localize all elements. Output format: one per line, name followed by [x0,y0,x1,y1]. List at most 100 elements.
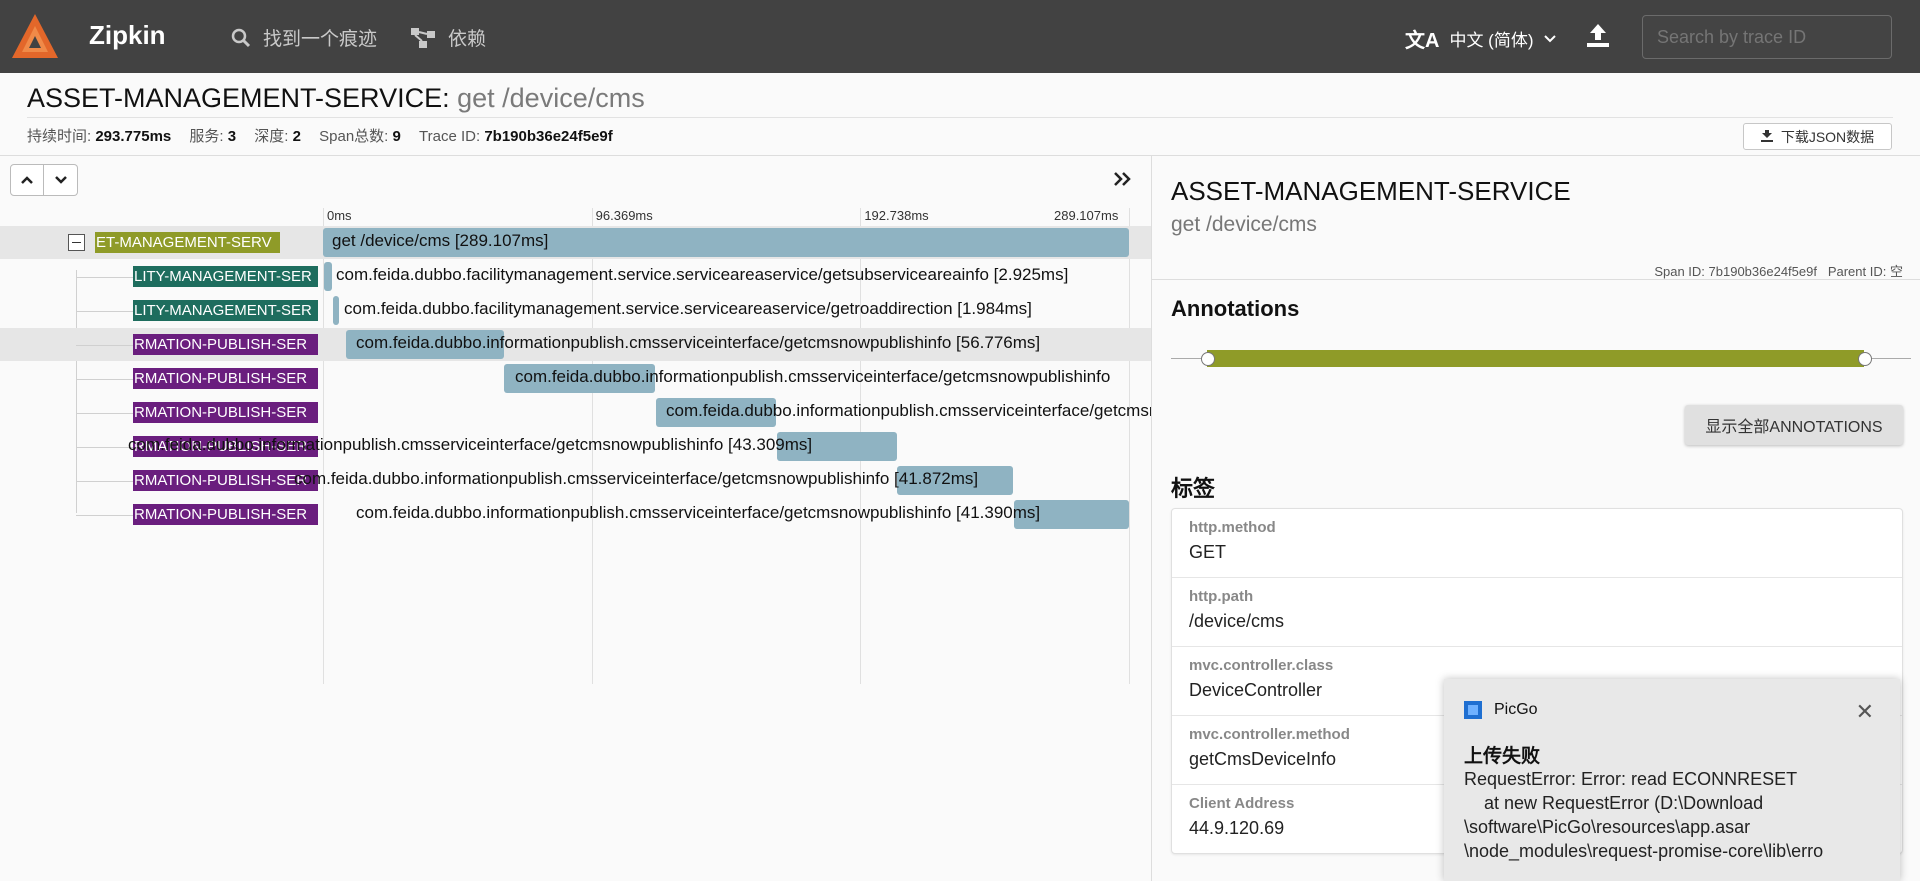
span-row[interactable]: RMATION-PUBLISH-SER com.feida.dubbo.infor… [0,328,1151,361]
stat-services-value: 3 [227,128,237,145]
span-row[interactable]: LITY-MANAGEMENT-SER com.feida.dubbo.facil… [0,294,1151,327]
span-row[interactable]: RMATION-PUBLISH-SER com.feida.dubbo.infor… [0,464,1151,497]
tag-value: /device/cms [1189,611,1285,631]
tag-value: getCmsDeviceInfo [1189,749,1337,769]
stat-duration-value: 293.775ms [95,128,172,145]
next-span-button[interactable] [44,164,78,196]
tag-value: GET [1189,542,1227,562]
detail-divider [1152,279,1920,280]
tag-value: 44.9.120.69 [1189,818,1285,838]
app-name[interactable]: Zipkin [89,20,166,51]
trace-header: ASSET-MANAGEMENT-SERVICE: get /device/cm… [0,73,1920,156]
span-label: com.feida.dubbo.informationpublish.cmsse… [515,367,1111,386]
span-label: com.feida.dubbo.informationpublish.cmsse… [356,503,1041,522]
nav-find-trace[interactable]: 找到一个痕迹 [231,24,377,51]
span-id-value: 7b190b36e24f5e9f [1708,264,1817,279]
parent-id-value: 空 [1889,264,1903,279]
span-row[interactable]: RMATION-PUBLISH-SER com.feida.dubbo.infor… [0,430,1151,463]
tag-item: http.method GET [1172,509,1902,578]
trace-operation-name: get /device/cms [457,83,645,113]
notification-title: 上传失败 [1464,746,1541,767]
trace-service-name: ASSET-MANAGEMENT-SERVICE [27,83,443,113]
span-service-badge: LITY-MANAGEMENT-SER [133,266,318,287]
span-label: get /device/cms [289.107ms] [332,231,549,250]
stat-trace-id-label: Trace ID: [419,128,481,145]
notification-message: RequestError: Error: read ECONNRESET at … [1464,769,1824,861]
tree-branch [76,515,133,516]
expand-panel-icon[interactable] [1112,170,1134,188]
nav-dependencies-label: 依赖 [448,29,487,50]
close-icon[interactable]: ✕ [1856,699,1874,725]
tree-branch [76,413,133,414]
tag-value: DeviceController [1189,680,1323,700]
span-duration-bar[interactable] [324,262,333,291]
stat-depth-value: 2 [292,128,301,145]
span-row[interactable]: RMATION-PUBLISH-SER com.feida.dubbo.infor… [0,498,1151,531]
trace-stats: 持续时间: 293.775ms 服务: 3 深度: 2 Span总数: 9 Tr… [27,125,627,146]
top-bar: Zipkin 找到一个痕迹 依赖 文A 中文 (简体) [0,0,1920,73]
tag-key: Client Address [1189,795,1295,812]
tags-title: 标签 [1171,476,1216,501]
notification-app: PicGo [1464,701,1538,719]
span-row[interactable]: RMATION-PUBLISH-SER com.feida.dubbo.infor… [0,396,1261,429]
tree-branch [76,345,133,346]
tree-branch [76,447,133,448]
nav-dependencies[interactable]: 依赖 [410,24,486,51]
span-label: com.feida.dubbo.informationpublish.cmsse… [356,333,1041,352]
annotation-end-marker[interactable] [1858,352,1872,366]
span-id-label: Span ID: [1654,264,1705,279]
span-service-badge: LITY-MANAGEMENT-SER [133,300,318,321]
span-label: com.feida.dubbo.informationpublish.cmsse… [128,435,813,454]
span-duration-bar[interactable] [333,296,340,325]
detail-service-name: ASSET-MANAGEMENT-SERVICE [1171,176,1571,206]
span-label: com.feida.dubbo.facilitymanagement.servi… [336,265,1069,284]
stat-duration-label: 持续时间: [27,128,92,145]
span-label: com.feida.dubbo.facilitymanagement.servi… [344,299,1032,318]
parent-id-label: Parent ID: [1827,264,1887,279]
chevron-down-icon [1543,34,1556,42]
stat-spans-label: Span总数: [319,128,389,145]
annotation-start-marker[interactable] [1201,352,1215,366]
span-service-badge: RMATION-PUBLISH-SER [133,504,318,525]
timeline-tick-label: 192.738ms [864,208,929,223]
show-all-annotations-button[interactable]: 显示全部ANNOTATIONS [1685,405,1903,445]
span-service-badge: RMATION-PUBLISH-SER [133,402,318,423]
download-json-label: 下载JSON数据 [1780,128,1875,145]
span-service-badge: ET-MANAGEMENT-SERV [95,232,280,253]
trace-title-separator: : [442,83,450,113]
download-icon [1760,130,1773,142]
tag-item: http.path /device/cms [1172,578,1902,647]
tree-branch [76,277,133,278]
annotations-title: Annotations [1171,296,1300,321]
language-selector[interactable]: 文A 中文 (简体) [1405,24,1556,53]
picgo-app-icon [1464,701,1482,719]
search-icon [231,28,251,47]
span-row[interactable]: ET-MANAGEMENT-SERV get /device/cms [289.1… [0,226,1151,259]
collapse-toggle[interactable] [68,234,85,251]
tag-key: http.method [1189,519,1276,536]
download-json-button[interactable]: 下载JSON数据 [1743,123,1892,150]
translate-icon: 文A [1405,30,1440,52]
tree-branch [76,379,133,380]
tag-key: mvc.controller.method [1189,726,1350,743]
previous-span-button[interactable] [10,164,44,196]
trace-id-search-input[interactable] [1642,15,1892,59]
page-title: ASSET-MANAGEMENT-SERVICE: get /device/cm… [27,83,645,114]
zipkin-logo-icon[interactable] [10,12,60,62]
annotation-range-bar [1207,350,1864,367]
span-service-badge: RMATION-PUBLISH-SER [133,470,318,491]
dependencies-icon [411,27,435,48]
tag-key: mvc.controller.class [1189,657,1334,674]
tag-key: http.path [1189,588,1254,605]
chevron-down-icon [54,176,67,184]
span-row[interactable]: RMATION-PUBLISH-SER com.feida.dubbo.infor… [0,362,1151,395]
span-row[interactable]: LITY-MANAGEMENT-SER com.feida.dubbo.facil… [0,260,1151,293]
tree-branch [76,311,133,312]
span-service-badge: RMATION-PUBLISH-SER [133,334,318,355]
timeline-tick-label: 289.107ms [1054,208,1119,223]
timeline-tick-label: 0ms [327,208,352,223]
tree-branch [76,481,133,482]
stat-trace-id-value: 7b190b36e24f5e9f [484,128,613,145]
stat-spans-value: 9 [392,128,401,145]
upload-icon[interactable] [1584,22,1612,50]
